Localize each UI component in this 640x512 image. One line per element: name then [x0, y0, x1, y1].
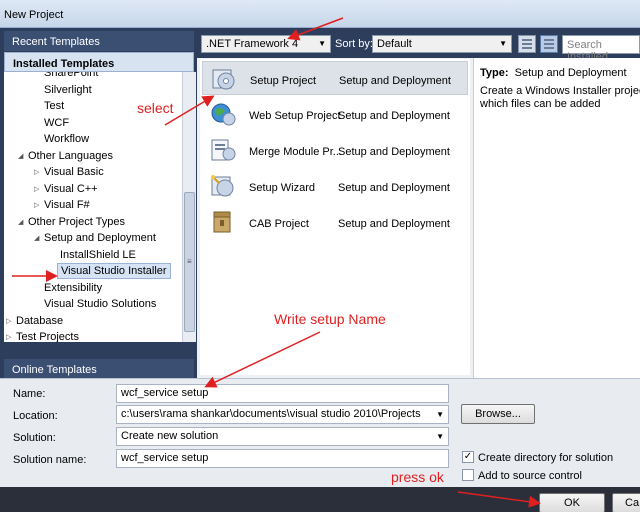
- window-title: New Project: [4, 9, 64, 21]
- tree-item-workflow[interactable]: Workflow: [44, 131, 89, 147]
- expand-triangle-icon[interactable]: ▷: [34, 168, 39, 176]
- sort-label: Sort by:: [335, 38, 373, 50]
- tree-scrollbar[interactable]: ≡: [182, 72, 196, 342]
- template-category: Setup and Deployment: [338, 110, 450, 122]
- scrollbar-thumb[interactable]: ≡: [184, 192, 195, 332]
- template-item-web-setup[interactable]: Web Setup Project Setup and Deployment: [202, 97, 468, 131]
- tree-item-silverlight[interactable]: Silverlight: [44, 82, 92, 98]
- title-bar: New Project: [0, 0, 640, 28]
- template-item-setup-wizard[interactable]: Setup Wizard Setup and Deployment: [202, 169, 468, 203]
- template-item-merge-module[interactable]: Merge Module Pr... Setup and Deployment: [202, 133, 468, 167]
- template-category: Setup and Deployment: [338, 182, 450, 194]
- solution-name-input[interactable]: wcf_service setup: [116, 449, 449, 468]
- tree-item-installshield-le[interactable]: InstallShield LE: [60, 247, 136, 263]
- chevron-down-icon: ▼: [436, 410, 444, 419]
- tree-item-visual-basic[interactable]: Visual Basic: [44, 164, 104, 180]
- grip-icon: ≡: [187, 257, 192, 266]
- location-value: c:\users\rama shankar\documents\visual s…: [121, 408, 421, 420]
- description-line-2: which files can be added: [480, 98, 601, 110]
- tree-item-test[interactable]: Test: [44, 98, 64, 114]
- annotation-select: select: [137, 100, 174, 116]
- tree-item-extensibility[interactable]: Extensibility: [44, 280, 102, 296]
- expand-triangle-icon[interactable]: ▷: [6, 333, 11, 341]
- expand-triangle-icon[interactable]: ▷: [34, 185, 39, 193]
- source-control-checkbox[interactable]: [462, 469, 474, 481]
- location-label: Location:: [13, 410, 58, 422]
- template-name: Web Setup Project: [249, 110, 341, 122]
- merge-module-icon: [211, 139, 236, 161]
- framework-value: .NET Framework 4: [206, 38, 299, 50]
- collapse-triangle-icon[interactable]: ◢: [18, 218, 23, 226]
- source-control-label: Add to source control: [478, 470, 582, 482]
- type-value: Setup and Deployment: [514, 67, 627, 79]
- create-directory-label: Create directory for solution: [478, 452, 614, 464]
- template-item-cab-project[interactable]: CAB Project Setup and Deployment: [202, 205, 468, 239]
- browse-button[interactable]: Browse...: [461, 404, 535, 424]
- name-label: Name:: [13, 388, 46, 400]
- create-directory-checkbox[interactable]: ✓: [462, 451, 474, 463]
- type-label: Type:: [480, 67, 509, 79]
- tree-item-setup-and-deployment[interactable]: Setup and Deployment: [44, 230, 156, 246]
- template-description: Create a Windows Installer project t whi…: [480, 85, 640, 111]
- list-view-button[interactable]: [540, 35, 558, 53]
- tree-item-wcf[interactable]: WCF: [44, 115, 69, 131]
- expand-triangle-icon[interactable]: ▷: [34, 201, 39, 209]
- setup-wizard-icon: [211, 175, 234, 197]
- template-category: Setup and Deployment: [338, 218, 450, 230]
- annotation-press-ok: press ok: [391, 469, 444, 485]
- template-name: Setup Wizard: [249, 182, 316, 194]
- left-panel: Recent Templates Installed Templates Sha…: [0, 28, 197, 379]
- tree-item-visual-f[interactable]: Visual F#: [44, 197, 90, 213]
- tree-item-database[interactable]: Database: [16, 313, 63, 329]
- cab-project-icon: [213, 211, 231, 233]
- framework-dropdown[interactable]: .NET Framework 4 ▼: [201, 35, 331, 53]
- ok-button[interactable]: OK: [539, 493, 605, 512]
- search-input[interactable]: Search Installed: [562, 35, 640, 63]
- sort-value: Default: [377, 38, 412, 50]
- setup-project-icon: [212, 69, 235, 90]
- recent-templates[interactable]: Recent Templates: [4, 31, 194, 51]
- cancel-button[interactable]: Ca: [612, 493, 640, 512]
- template-list: Setup Project Setup and Deployment Web S…: [200, 59, 470, 375]
- tree-item-visual-c[interactable]: Visual C++: [44, 181, 98, 197]
- template-item-setup-project[interactable]: Setup Project Setup and Deployment: [202, 61, 468, 95]
- details-panel: Type: Setup and Deployment Create a Wind…: [473, 58, 640, 378]
- expand-triangle-icon[interactable]: ▷: [6, 317, 11, 325]
- template-name: Merge Module Pr...: [249, 146, 342, 158]
- list-view-icon: [544, 39, 554, 49]
- annotation-write-name: Write setup Name: [274, 311, 386, 327]
- description-line-1: Create a Windows Installer project t: [480, 85, 640, 97]
- grid-view-button[interactable]: [518, 35, 536, 53]
- collapse-triangle-icon[interactable]: ◢: [34, 234, 39, 242]
- tree-item-sharepoint[interactable]: SharePoint: [44, 72, 98, 81]
- chevron-down-icon: ▼: [499, 39, 507, 48]
- template-name: CAB Project: [249, 218, 309, 230]
- installed-templates[interactable]: Installed Templates: [4, 52, 194, 72]
- solution-name-label: Solution name:: [13, 454, 87, 466]
- template-name: Setup Project: [250, 75, 317, 87]
- tree-item-visual-studio-installer[interactable]: Visual Studio Installer: [57, 263, 171, 279]
- template-category: Setup and Deployment: [339, 75, 451, 87]
- name-input[interactable]: wcf_service setup: [116, 384, 449, 403]
- template-type: Type: Setup and Deployment: [480, 67, 627, 79]
- tree-item-visual-studio-solutions[interactable]: Visual Studio Solutions: [44, 296, 156, 312]
- collapse-triangle-icon[interactable]: ◢: [18, 152, 23, 160]
- online-templates[interactable]: Online Templates: [4, 359, 194, 379]
- solution-label: Solution:: [13, 432, 56, 444]
- location-combo[interactable]: c:\users\rama shankar\documents\visual s…: [116, 405, 449, 424]
- sort-dropdown[interactable]: Default ▼: [372, 35, 512, 53]
- solution-value: Create new solution: [121, 430, 219, 442]
- solution-combo[interactable]: Create new solution ▼: [116, 427, 449, 446]
- chevron-down-icon: ▼: [318, 39, 326, 48]
- tree-item-test-projects[interactable]: Test Projects: [16, 329, 79, 342]
- tree-item-other-project-types[interactable]: Other Project Types: [28, 214, 125, 230]
- template-category: Setup and Deployment: [338, 146, 450, 158]
- web-setup-icon: [211, 103, 236, 126]
- chevron-down-icon: ▼: [436, 432, 444, 441]
- tree-item-other-languages[interactable]: Other Languages: [28, 148, 113, 164]
- grid-view-icon: [522, 39, 532, 49]
